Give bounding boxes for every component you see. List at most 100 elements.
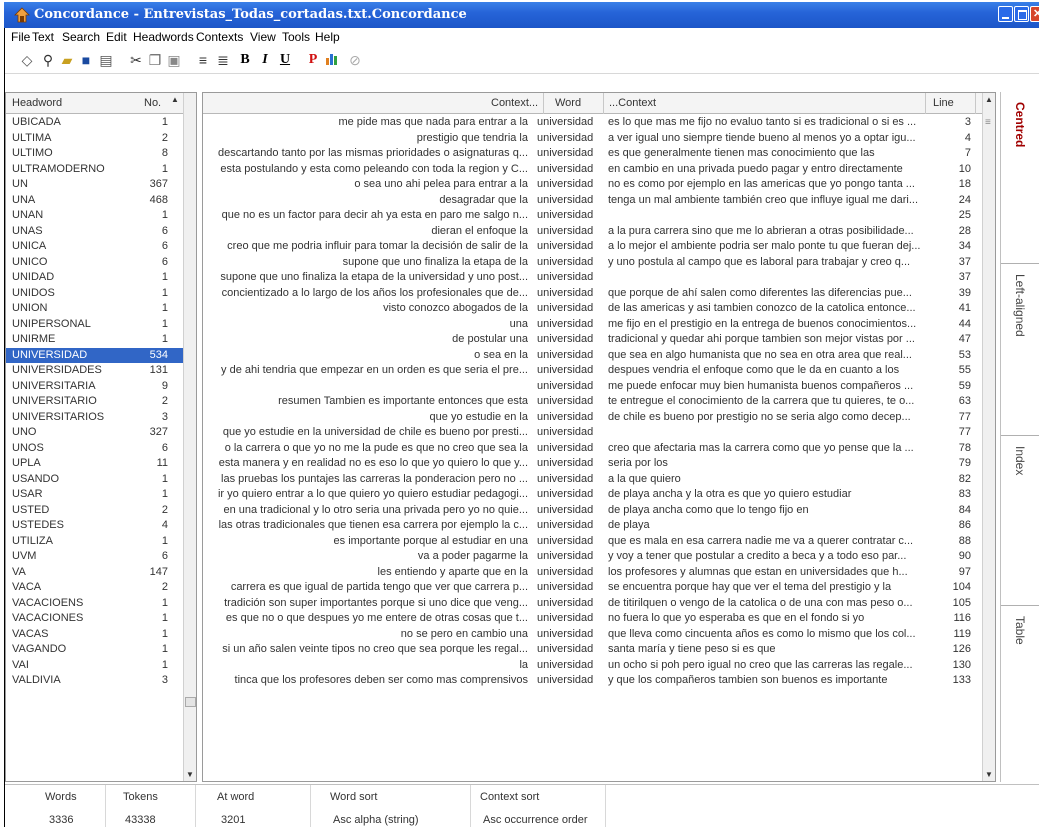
cut-icon[interactable]: ✂ [128,52,144,68]
menu-headwords[interactable]: Headwords [133,30,194,44]
headword-row[interactable]: USTEDES 4 [6,518,184,534]
concordance-row[interactable]: dieran el enfoque la universidad a la pura… [203,224,983,240]
scroll-down-icon[interactable]: ▼ [985,770,993,779]
concordance-row[interactable]: en una tradicional y lo otro seria una p… [203,503,983,519]
headword-row[interactable]: UNICO 6 [6,255,184,271]
headword-row[interactable]: UNOS 6 [6,441,184,457]
bold-icon[interactable]: B [237,52,253,68]
concordance-row[interactable]: o la carrera o que yo no me la pude es q… [203,441,983,457]
print-icon[interactable]: ▤ [98,52,114,68]
concordance-row[interactable]: de postular una universidad tradicional y … [203,332,983,348]
italic-icon[interactable]: I [257,52,273,68]
menu-search[interactable]: Search [62,30,100,44]
eraser-icon[interactable]: ◇ [19,52,35,68]
word-header[interactable]: Word [555,97,581,109]
tab-left-aligned[interactable]: Left-aligned [1001,264,1039,436]
tab-index[interactable]: Index [1001,436,1039,606]
concordance-row[interactable]: va a poder pagarme la universidad y voy a … [203,549,983,565]
close-button[interactable] [1030,6,1039,22]
headword-row[interactable]: UNIPERSONAL 1 [6,317,184,333]
headword-row[interactable]: USANDO 1 [6,472,184,488]
concordance-row[interactable]: concientizado a lo largo de los años los… [203,286,983,302]
headword-row[interactable]: UN 367 [6,177,184,193]
headword-row[interactable]: UNIVERSITARIO 2 [6,394,184,410]
concordance-table[interactable]: Context... Word ...Context Line me pide … [202,92,996,782]
headword-column-header[interactable]: Headword [12,97,62,109]
headword-row[interactable]: UNO 327 [6,425,184,441]
headword-scroll-thumb[interactable] [185,697,196,707]
headword-row[interactable]: UNIRME 1 [6,332,184,348]
concordance-row[interactable]: carrera es que igual de partida tengo qu… [203,580,983,596]
headword-row[interactable]: UNIDOS 1 [6,286,184,302]
concordance-row[interactable]: resumen Tambien es importante entonces q… [203,394,983,410]
concordance-row[interactable]: que yo estudie en la universidad de chile … [203,410,983,426]
menu-text[interactable]: Text [32,30,54,44]
scroll-grip-icon[interactable]: ≡ [985,117,991,128]
concordance-scrollbar[interactable]: ▲ ≡ ▼ [982,93,995,781]
concordance-row[interactable]: creo que me podria influir para tomar la… [203,239,983,255]
headword-row[interactable]: UVM 6 [6,549,184,565]
concordance-row[interactable]: descartando tanto por las mismas priorid… [203,146,983,162]
tab-table[interactable]: Table [1001,606,1039,782]
headword-row[interactable]: USAR 1 [6,487,184,503]
concordance-row[interactable]: supone que uno finaliza la etapa de la un… [203,255,983,271]
concordance-row[interactable]: que yo estudie en la universidad de chil… [203,425,983,441]
headword-row[interactable]: VALDIVIA 3 [6,673,184,689]
align-center-icon[interactable]: ≣ [215,52,231,68]
concordance-row[interactable]: y de ahi tendria que empezar en un orden… [203,363,983,379]
headword-row[interactable]: VACACIONES 1 [6,611,184,627]
concordance-row[interactable]: universidad me puede enfocar muy bien hum… [203,379,983,395]
concordance-row[interactable]: las otras tradicionales que tienen esa c… [203,518,983,534]
save-icon[interactable]: ■ [78,52,94,68]
concordance-row[interactable]: supone que uno finaliza la etapa de la u… [203,270,983,286]
scroll-up-icon[interactable]: ▲ [985,95,993,104]
p-icon[interactable]: P [305,52,321,68]
headword-row[interactable]: VACACIOENS 1 [6,596,184,612]
concordance-row[interactable]: me pide mas que nada para entrar a la uni… [203,115,983,131]
headword-row[interactable]: UNION 1 [6,301,184,317]
concordance-row[interactable]: desagradar que la universidad tenga un mal… [203,193,983,209]
open-folder-icon[interactable]: ▰ [59,52,75,68]
headword-row[interactable]: VAGANDO 1 [6,642,184,658]
headword-row[interactable]: UNIVERSITARIOS 3 [6,410,184,426]
scroll-down-icon[interactable]: ▼ [186,770,194,779]
concordance-row[interactable]: esta manera y en realidad no es eso lo q… [203,456,983,472]
headword-row[interactable]: UNICA 6 [6,239,184,255]
concordance-row[interactable]: prestigio que tendria la universidad a ver… [203,131,983,147]
concordance-row[interactable]: o sea uno ahi pelea para entrar a la univ… [203,177,983,193]
headword-row[interactable]: ULTIMO 8 [6,146,184,162]
concordance-row[interactable]: visto conozco abogados de la universidad d… [203,301,983,317]
minimize-button[interactable] [998,6,1013,22]
help-icon[interactable]: ⊘ [347,52,363,68]
tab-centred[interactable]: Centred [1001,92,1039,264]
menu-contexts[interactable]: Contexts [196,30,243,44]
headword-row[interactable]: UNIVERSIDAD 534 [6,347,184,363]
headword-row[interactable]: VA 147 [6,565,184,581]
concordance-row[interactable]: esta postulando y esta como peleando con… [203,162,983,178]
headword-row[interactable]: UNA 468 [6,193,184,209]
headword-scrollbar[interactable]: ▼ [183,93,196,781]
concordance-row[interactable]: que no es un factor para decir ah ya est… [203,208,983,224]
headword-row[interactable]: UNAN 1 [6,208,184,224]
concordance-row[interactable]: una universidad me fijo en el prestigio en… [203,317,983,333]
headword-row[interactable]: VACAS 1 [6,627,184,643]
headword-row[interactable]: UPLA 11 [6,456,184,472]
menu-help[interactable]: Help [315,30,340,44]
concordance-row[interactable]: si un año salen veinte tipos no creo que… [203,642,983,658]
headword-row[interactable]: UNIVERSIDADES 131 [6,363,184,379]
right-context-header[interactable]: ...Context [609,97,656,109]
concordance-row[interactable]: las pruebas los puntajes las carreras la… [203,472,983,488]
concordance-row[interactable]: no se pero en cambio una universidad que l… [203,627,983,643]
binoculars-icon[interactable]: ⚲ [40,52,56,68]
menu-file[interactable]: File [11,30,30,44]
concordance-row[interactable]: tradición son super importantes porque s… [203,596,983,612]
concordance-row[interactable]: es importante porque al estudiar en una u… [203,534,983,550]
concordance-row[interactable]: o sea en la universidad que sea en algo hu… [203,348,983,364]
line-header[interactable]: Line [933,97,954,109]
headword-row[interactable]: UBICADA 1 [6,115,184,131]
headword-row[interactable]: VACA 2 [6,580,184,596]
headword-row[interactable]: UNIVERSITARIA 9 [6,379,184,395]
headword-row[interactable]: ULTRAMODERNO 1 [6,162,184,178]
concordance-row[interactable]: tinca que los profesores deben ser como … [203,673,983,689]
headword-row[interactable]: ULTIMA 2 [6,131,184,147]
